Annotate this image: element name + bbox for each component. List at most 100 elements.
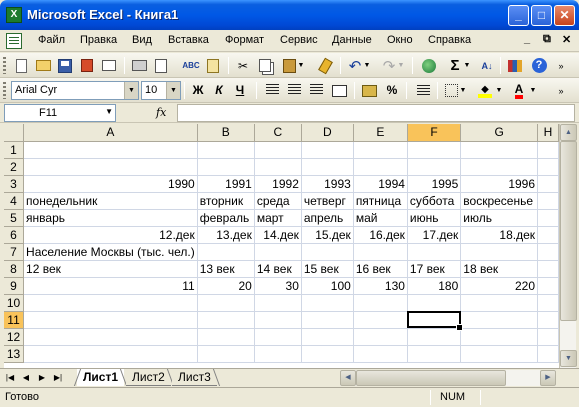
cell-h9[interactable] bbox=[537, 277, 559, 295]
column-header-e[interactable]: E bbox=[353, 124, 408, 142]
chart-wizard-button[interactable] bbox=[506, 57, 524, 74]
menu-help[interactable]: Справка bbox=[428, 34, 471, 46]
help-button[interactable]: ? bbox=[530, 57, 548, 74]
cell-g8[interactable]: 18 век bbox=[460, 260, 539, 278]
cell-d5[interactable]: апрель bbox=[301, 209, 354, 227]
prev-sheet-button[interactable]: ◀ bbox=[20, 371, 32, 384]
hyperlink-button[interactable] bbox=[420, 57, 438, 74]
align-center-icon[interactable] bbox=[288, 84, 301, 96]
spelling-button[interactable]: ABC bbox=[182, 57, 200, 74]
horizontal-scroll-thumb[interactable] bbox=[356, 370, 506, 386]
cell-c9[interactable]: 30 bbox=[254, 277, 302, 295]
cell-h8[interactable] bbox=[537, 260, 559, 278]
cell-f7[interactable] bbox=[407, 243, 462, 261]
cell-h13[interactable] bbox=[537, 345, 559, 363]
menu-window[interactable]: Окно bbox=[387, 34, 413, 46]
cell-a5[interactable]: январь bbox=[23, 209, 198, 227]
cell-b7[interactable] bbox=[197, 243, 255, 261]
currency-button[interactable] bbox=[360, 82, 378, 99]
cell-f1[interactable] bbox=[407, 141, 462, 159]
cell-c13[interactable] bbox=[254, 345, 302, 363]
last-sheet-button[interactable]: ▶| bbox=[52, 371, 64, 384]
close-button[interactable]: ✕ bbox=[554, 5, 575, 26]
menu-view[interactable]: Вид bbox=[132, 34, 152, 46]
cell-h3[interactable] bbox=[537, 175, 559, 193]
cell-e9[interactable]: 130 bbox=[353, 277, 408, 295]
chevron-down-icon[interactable]: ▼ bbox=[166, 82, 180, 99]
cell-e7[interactable] bbox=[353, 243, 408, 261]
research-button[interactable] bbox=[204, 57, 222, 74]
cell-d10[interactable] bbox=[301, 294, 354, 312]
cell-d2[interactable] bbox=[301, 158, 354, 176]
cell-a3[interactable]: 1990 bbox=[23, 175, 198, 193]
font-name-select[interactable]: Arial Cyr ▼ bbox=[11, 81, 139, 100]
cell-c10[interactable] bbox=[254, 294, 302, 312]
column-header-c[interactable]: C bbox=[254, 124, 302, 142]
cell-e3[interactable]: 1994 bbox=[353, 175, 408, 193]
cell-h6[interactable] bbox=[537, 226, 559, 244]
cell-h1[interactable] bbox=[537, 141, 559, 159]
cell-a10[interactable] bbox=[23, 294, 198, 312]
column-header-a[interactable]: A bbox=[23, 124, 198, 142]
cell-f6[interactable]: 17.дек bbox=[407, 226, 462, 244]
cell-d12[interactable] bbox=[301, 328, 354, 346]
toolbar-grip[interactable] bbox=[3, 82, 6, 99]
cell-h4[interactable] bbox=[537, 192, 559, 210]
cell-a2[interactable] bbox=[23, 158, 198, 176]
cell-f2[interactable] bbox=[407, 158, 462, 176]
cell-b1[interactable] bbox=[197, 141, 255, 159]
cell-f8[interactable]: 17 век bbox=[407, 260, 462, 278]
vertical-scrollbar[interactable]: ▲ ▼ bbox=[559, 124, 577, 368]
cell-b8[interactable]: 13 век bbox=[197, 260, 255, 278]
align-right-icon[interactable] bbox=[310, 84, 323, 96]
minimize-button[interactable]: _ bbox=[508, 5, 529, 26]
underline-button[interactable]: Ч bbox=[231, 82, 249, 99]
cell-c12[interactable] bbox=[254, 328, 302, 346]
cell-a8[interactable]: 12 век bbox=[23, 260, 198, 278]
cell-e2[interactable] bbox=[353, 158, 408, 176]
cell-c1[interactable] bbox=[254, 141, 302, 159]
permission-button[interactable] bbox=[78, 57, 96, 74]
insert-function-button[interactable]: fx bbox=[156, 106, 166, 119]
cell-c6[interactable]: 14.дек bbox=[254, 226, 302, 244]
cell-f9[interactable]: 180 bbox=[407, 277, 462, 295]
name-box[interactable]: F11 ▼ bbox=[4, 104, 116, 122]
cell-a9[interactable]: 11 bbox=[23, 277, 198, 295]
cell-e5[interactable]: май bbox=[353, 209, 408, 227]
chevron-down-icon[interactable]: ▼ bbox=[105, 107, 113, 116]
cell-d9[interactable]: 100 bbox=[301, 277, 354, 295]
cell-g1[interactable] bbox=[460, 141, 539, 159]
cell-b6[interactable]: 13.дек bbox=[197, 226, 255, 244]
cell-d6[interactable]: 15.дек bbox=[301, 226, 354, 244]
row-header-1[interactable]: 1 bbox=[4, 141, 25, 159]
doc-close-button[interactable]: ✕ bbox=[562, 33, 571, 46]
horizontal-scrollbar[interactable]: ◀ ▶ bbox=[340, 370, 556, 386]
first-sheet-button[interactable]: |◀ bbox=[4, 371, 16, 384]
font-color-dropdown[interactable]: ▼ bbox=[528, 82, 538, 99]
excel-app-icon[interactable]: X bbox=[6, 7, 22, 23]
cell-h11[interactable] bbox=[537, 311, 559, 329]
row-header-2[interactable]: 2 bbox=[4, 158, 25, 176]
next-sheet-button[interactable]: ▶ bbox=[36, 371, 48, 384]
column-header-b[interactable]: B bbox=[197, 124, 255, 142]
cell-g3[interactable]: 1996 bbox=[460, 175, 539, 193]
italic-button[interactable]: К bbox=[210, 82, 228, 99]
autosum-dropdown[interactable]: ▼ bbox=[462, 57, 472, 74]
cell-e1[interactable] bbox=[353, 141, 408, 159]
cell-a4[interactable]: понедельник bbox=[23, 192, 198, 210]
cell-e12[interactable] bbox=[353, 328, 408, 346]
row-header-7[interactable]: 7 bbox=[4, 243, 25, 261]
decrease-indent-button[interactable] bbox=[414, 82, 432, 99]
cell-a1[interactable] bbox=[23, 141, 198, 159]
cell-d7[interactable] bbox=[301, 243, 354, 261]
cell-b10[interactable] bbox=[197, 294, 255, 312]
cell-g7[interactable] bbox=[460, 243, 539, 261]
cell-c7[interactable] bbox=[254, 243, 302, 261]
cell-f10[interactable] bbox=[407, 294, 462, 312]
sheet-tab-1[interactable]: Лист1 bbox=[68, 369, 133, 386]
open-button[interactable] bbox=[34, 57, 52, 74]
cell-f12[interactable] bbox=[407, 328, 462, 346]
cell-g2[interactable] bbox=[460, 158, 539, 176]
cell-g11[interactable] bbox=[460, 311, 539, 329]
cell-a12[interactable] bbox=[23, 328, 198, 346]
